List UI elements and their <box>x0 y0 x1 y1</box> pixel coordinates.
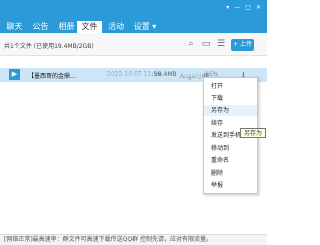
maximize-icon[interactable]: □ <box>245 4 251 11</box>
tab-chat[interactable]: 聊天 <box>4 21 25 33</box>
tab-activities[interactable]: 活动 <box>105 21 127 33</box>
window-controls: ▾ — □ ✕ <box>226 4 261 11</box>
file-name[interactable]: 【墨西哥的金鼎… <box>28 71 76 80</box>
tab-settings[interactable]: 设置 ▾ <box>130 21 160 33</box>
menu-item-move-to[interactable]: 移动到 <box>204 143 257 154</box>
tab-album[interactable]: 相册 <box>56 21 77 33</box>
video-file-icon: ▶ <box>9 69 20 80</box>
close-icon[interactable]: ✕ <box>256 4 261 11</box>
search-icon[interactable]: ⌕ <box>186 39 196 49</box>
menu-item-rename[interactable]: 重命名 <box>204 155 257 166</box>
menu-item-save-as[interactable]: 另存为 <box>204 105 257 116</box>
file-count-label: 共1个文件 (已使用19.4MB/2GB) <box>4 43 94 50</box>
window-titlebar: 聊天 公告 相册 文件 活动 设置 ▾ ▾ — □ ✕ <box>0 0 267 33</box>
minimize-icon[interactable]: — <box>234 4 240 11</box>
tab-files[interactable]: 文件 <box>77 21 102 33</box>
menu-item-delete[interactable]: 删除 <box>204 168 257 179</box>
blur-overlay <box>180 72 202 77</box>
menu-item-download[interactable]: 下载 <box>204 93 257 104</box>
menu-icon[interactable]: ▾ <box>226 4 229 11</box>
menu-item-report[interactable]: 举报 <box>204 180 257 191</box>
file-size: 19.4MB <box>154 71 177 78</box>
blur-overlay <box>107 72 152 77</box>
menu-item-open[interactable]: 打开 <box>204 81 257 92</box>
upload-button[interactable]: + 上传 <box>231 39 254 51</box>
folder-icon[interactable]: ▭ <box>201 39 211 49</box>
list-view-icon[interactable]: ☰ <box>216 39 226 49</box>
status-bar: [网络正常]最高速率：群文件可高速下载传送QQ群 控制先请，应对有限流量。 <box>0 234 267 245</box>
tab-announcements[interactable]: 公告 <box>30 21 51 33</box>
tooltip: 另存为 <box>240 128 267 138</box>
file-toolbar: 共1个文件 (已使用19.4MB/2GB) ⌕ ▭ ☰ <box>0 33 267 56</box>
